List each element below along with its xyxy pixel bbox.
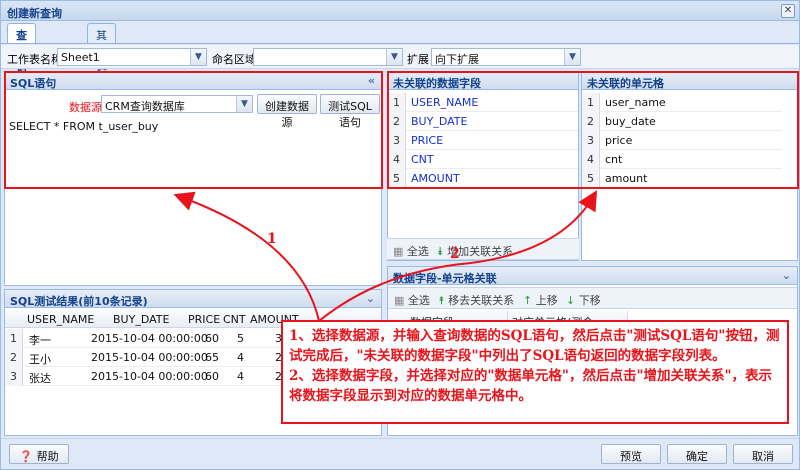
query-dialog: 创建新查询 ✕ 查询语句配置 其它选项 工作表名称 Sheet1 ▼ 命名区域 … [0,0,800,470]
help-button[interactable]: ❓ 帮助 [9,444,69,464]
help-icon: ❓ [19,450,34,463]
annotation-step-2: 2、选择数据字段，并选择对应的"数据单元格"，然后点击"增加关联关系"，表示将数… [289,368,773,404]
annotation-marker-2: 2 [450,246,460,262]
help-label: 帮助 [36,450,59,463]
annotation-step-1: 1、选择数据源，并输入查询数据的SQL语句，然后点击"测试SQL语句"按钮，测试… [289,328,780,364]
cancel-button[interactable]: 取消 [733,444,793,464]
annotation-callout: 1、选择数据源，并输入查询数据的SQL语句，然后点击"测试SQL语句"按钮，测试… [281,320,789,424]
dialog-footer: ❓ 帮助 预览 确定 取消 [1,438,799,469]
preview-button[interactable]: 预览 [601,444,661,464]
ok-button[interactable]: 确定 [667,444,727,464]
arrow-one [173,191,320,322]
annotation-marker-1: 1 [267,231,277,247]
